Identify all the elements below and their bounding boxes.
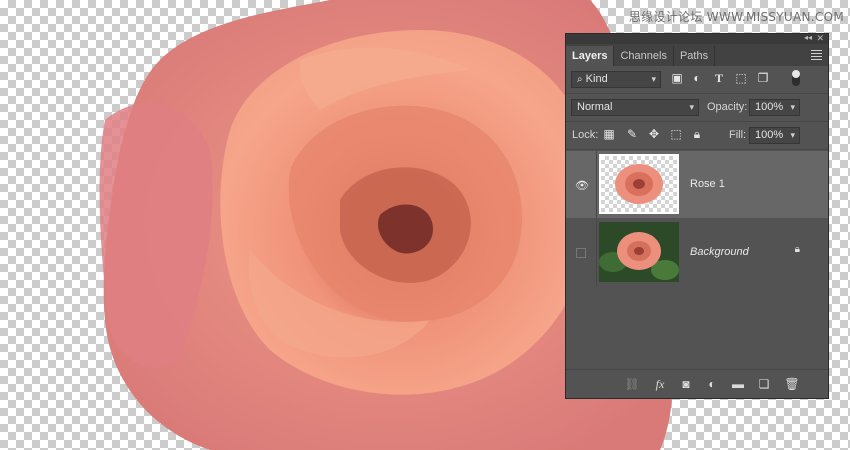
opacity-field[interactable]: 100% ▾ — [749, 99, 800, 116]
trash-icon[interactable]: 🗑︎ — [784, 377, 800, 391]
lock-label: Lock: — [572, 129, 599, 141]
layer-thumbnail — [599, 154, 679, 214]
shape-filter-icon[interactable]: ⬚ — [734, 71, 748, 85]
tab-layers[interactable]: Layers — [566, 46, 615, 66]
opacity-label: Opacity: — [707, 101, 748, 113]
link-icon[interactable]: ⛓︎ — [624, 377, 640, 391]
filter-kind-dropdown[interactable]: ⌕ Kind ▾ — [571, 71, 661, 88]
lock-transparency-icon[interactable]: ▦ — [602, 127, 616, 141]
lock-artboard-icon[interactable]: ⬚ — [669, 127, 683, 141]
mask-icon[interactable]: ◙ — [678, 377, 694, 391]
layer-row-background[interactable]: Background 🔒︎ — [566, 219, 828, 286]
fill-field[interactable]: 100% ▾ — [749, 127, 800, 144]
rose-leaves-thumbnail — [599, 232, 679, 280]
tab-channels[interactable]: Channels — [614, 46, 674, 66]
panel-menu-icon[interactable] — [811, 48, 822, 60]
close-icon[interactable]: ✕ — [816, 33, 824, 43]
fx-icon[interactable]: fx — [652, 377, 668, 391]
smart-object-filter-icon[interactable]: ❐ — [756, 71, 770, 85]
chevron-down-icon: ▾ — [790, 130, 795, 140]
chevron-down-icon: ▾ — [790, 102, 795, 112]
collapse-icon[interactable]: ◂◂ — [804, 33, 812, 43]
blend-mode-value: Normal — [577, 101, 613, 113]
filter-toggle[interactable] — [792, 70, 800, 86]
chevron-down-icon: ▾ — [651, 74, 656, 84]
chevron-down-icon: ▾ — [689, 102, 694, 112]
blend-row: Normal ▾ Opacity: 100% ▾ — [566, 94, 828, 122]
panel-title-bar: ◂◂ ✕ — [566, 33, 828, 44]
pixel-filter-icon[interactable]: ▣ — [670, 71, 684, 85]
filter-row: ⌕ Kind ▾ ▣ ◐ T ⬚ ❐ — [566, 66, 828, 94]
lock-icon: 🔒︎ — [794, 244, 800, 255]
group-folder-icon[interactable]: ▬ — [730, 377, 746, 391]
lock-position-move-icon[interactable]: ✥ — [647, 127, 661, 141]
fill-value: 100% — [755, 129, 784, 141]
filter-kind-label: Kind — [585, 73, 608, 85]
new-layer-icon[interactable]: ❏ — [756, 377, 772, 391]
layer-name[interactable]: Rose 1 — [690, 178, 725, 190]
lock-pixels-brush-icon[interactable]: ✎ — [625, 127, 639, 141]
layer-row-rose-1[interactable]: 👁︎ Rose 1 — [566, 151, 828, 218]
adjustment-filter-icon[interactable]: ◐ — [690, 71, 704, 85]
search-icon: ⌕ — [577, 74, 583, 85]
visibility-toggle[interactable] — [566, 219, 597, 286]
watermark-text: 思缘设计论坛 WWW.MISSYUAN.COM — [628, 10, 844, 24]
type-filter-icon[interactable]: T — [712, 71, 726, 85]
panel-footer: ⛓︎ fx ◙ ◐ ▬ ❏ 🗑︎ — [566, 369, 828, 398]
visibility-toggle[interactable]: 👁︎ — [566, 151, 597, 218]
fill-label: Fill: — [729, 129, 747, 141]
layers-panel: ◂◂ ✕ Layers Channels Paths ⌕ Kind ▾ ▣ ◐ … — [565, 33, 829, 399]
layer-thumbnail — [599, 222, 679, 282]
rose-thumbnail — [615, 164, 663, 204]
panel-tabs: Layers Channels Paths — [566, 44, 828, 66]
visibility-box[interactable] — [576, 248, 586, 258]
eye-icon[interactable]: 👁︎ — [575, 179, 589, 192]
opacity-value: 100% — [755, 101, 784, 113]
blend-mode-dropdown[interactable]: Normal ▾ — [571, 99, 699, 116]
tab-paths[interactable]: Paths — [674, 46, 716, 66]
adjustment-icon[interactable]: ◐ — [704, 377, 720, 391]
layer-name[interactable]: Background — [690, 246, 749, 258]
lock-row: Lock: ▦ ✎ ✥ ⬚ 🔒︎ Fill: 100% ▾ — [566, 122, 828, 150]
lock-all-icon[interactable]: 🔒︎ — [690, 127, 704, 141]
